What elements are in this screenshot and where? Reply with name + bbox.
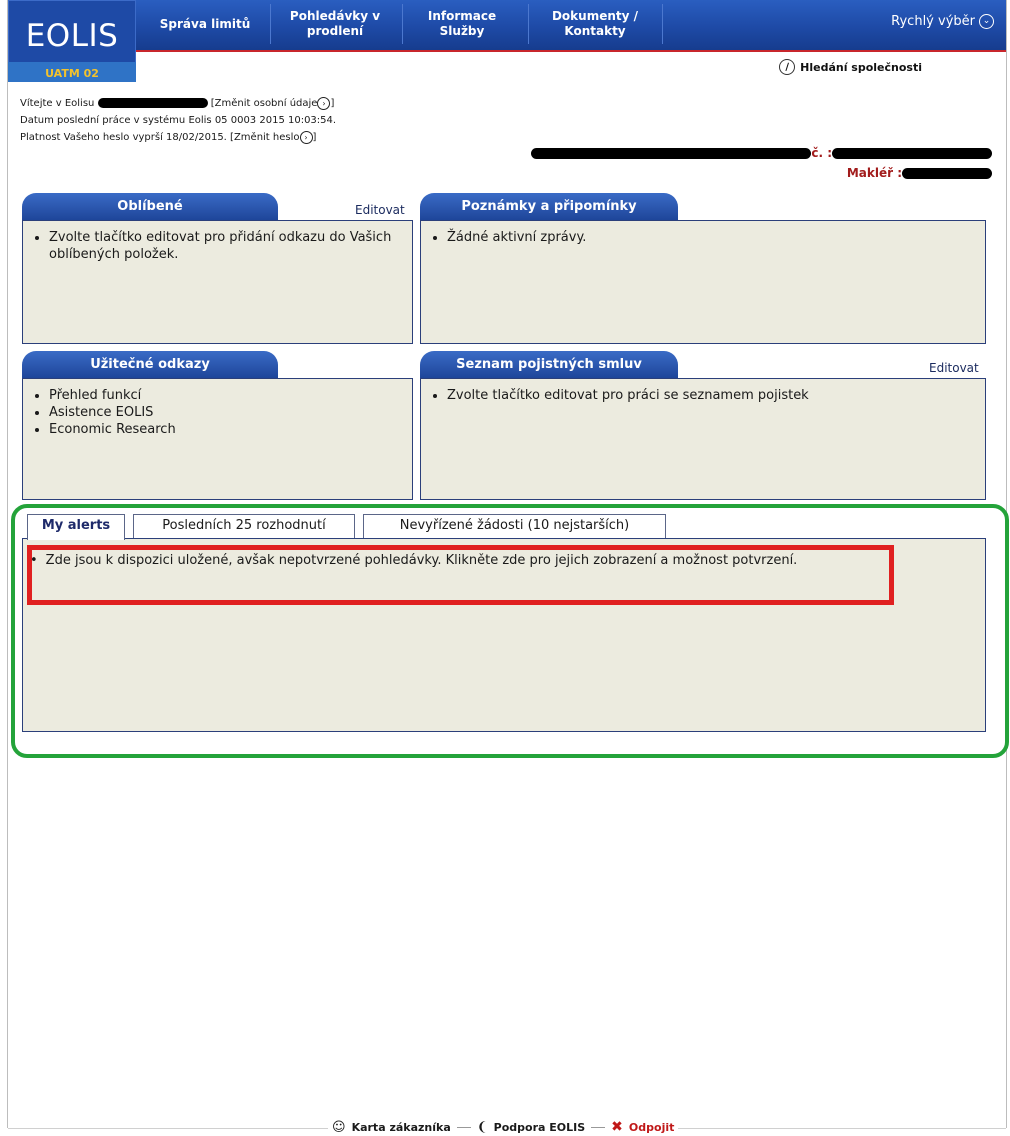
panel-links: Přehled funkcí Asistence EOLIS Economic …: [22, 378, 413, 500]
quick-select-label: Rychlý výběr: [891, 14, 975, 29]
welcome-text: Vítejte v Eolisu: [20, 98, 95, 109]
company-search-link[interactable]: ∕ Hledání společnosti: [779, 59, 922, 75]
arrow-right-icon: ›: [299, 130, 313, 144]
search-icon: ∕: [779, 59, 796, 75]
change-personal-data-label: [Změnit osobní údaje: [210, 98, 318, 109]
customer-card-link[interactable]: Karta zákazníka: [352, 1121, 451, 1134]
nav-separator: [270, 4, 271, 44]
top-navigation-bar: Správa limitů Pohledávky v prodlení Info…: [8, 0, 1006, 52]
panel-notes-title: Poznámky a připomínky: [420, 193, 678, 221]
list-item: Zvolte tlačítko editovat pro práci se se…: [447, 387, 975, 404]
redacted-username: [97, 98, 208, 108]
link-economic-research[interactable]: Economic Research: [49, 421, 402, 438]
panel-policies-title: Seznam pojistných smluv: [420, 351, 678, 379]
environment-label: UATM 02: [45, 67, 99, 80]
list-item: Zvolte tlačítko editovat pro přidání odk…: [49, 229, 402, 263]
last-login-text: Datum poslední práce v systému Eolis 05 …: [20, 115, 337, 126]
nav-documents-contacts[interactable]: Dokumenty / Kontakty: [536, 4, 654, 44]
nav-separator: [402, 4, 403, 44]
user-card-icon: ☺: [332, 1119, 346, 1135]
password-expiry-text: Platnost Vašeho heslo vyprší 18/02/2015.…: [20, 132, 300, 143]
client-info: č. : Makléř :: [531, 143, 992, 183]
chevron-down-icon: ⌄: [979, 14, 994, 29]
tab-last-25-decisions[interactable]: Posledních 25 rozhodnutí: [133, 514, 355, 538]
tab-pending-requests[interactable]: Nevyřízené žádosti (10 nejstarších): [363, 514, 666, 538]
nav-overdue-receivables[interactable]: Pohledávky v prodlení: [280, 4, 390, 44]
redacted-client-number: [832, 148, 992, 159]
link-eolis-assistance[interactable]: Asistence EOLIS: [49, 404, 402, 421]
panel-links-title: Užitečné odkazy: [22, 351, 278, 379]
nav-limits-management[interactable]: Správa limitů: [150, 4, 260, 44]
panel-notes: Žádné aktivní zprávy.: [420, 220, 986, 344]
eolis-logo[interactable]: EOLIS UATM 02: [8, 0, 136, 82]
quick-select-menu[interactable]: Rychlý výběr ⌄: [891, 14, 994, 29]
close-icon: ✖: [611, 1119, 623, 1135]
broker-label: Makléř :: [846, 166, 902, 180]
favorites-edit-link[interactable]: Editovat: [355, 203, 405, 217]
redacted-broker-name: [902, 168, 992, 179]
logo-text: EOLIS: [25, 18, 119, 54]
nav-separator: [662, 4, 663, 44]
divider: [456, 1126, 471, 1128]
link-feature-overview[interactable]: Přehled funkcí: [49, 387, 402, 404]
highlight-red-frame: [27, 545, 894, 605]
policies-edit-link[interactable]: Editovat: [929, 361, 979, 375]
welcome-block: Vítejte v Eolisu [Změnit osobní údaje ›] …: [20, 95, 336, 146]
client-number-label: č. :: [811, 146, 832, 160]
nav-information-services[interactable]: Informace Služby: [412, 4, 512, 44]
panel-favorites: Zvolte tlačítko editovat pro přidání odk…: [22, 220, 413, 344]
footer-links: ☺ Karta zákazníka ❨ Podpora EOLIS ✖ Odpo…: [328, 1118, 679, 1136]
list-item: Žádné aktivní zprávy.: [447, 229, 975, 246]
ear-icon: ❨: [476, 1119, 488, 1135]
panel-policies: Zvolte tlačítko editovat pro práci se se…: [420, 378, 986, 500]
nav-separator: [528, 4, 529, 44]
panel-favorites-title: Oblíbené: [22, 193, 278, 221]
redacted-client-name: [531, 148, 812, 159]
password-change-link[interactable]: Platnost Vašeho heslo vyprší 18/02/2015.…: [20, 130, 316, 144]
support-link[interactable]: Podpora EOLIS: [494, 1121, 586, 1134]
company-search-label: Hledání společnosti: [800, 60, 922, 74]
tab-my-alerts[interactable]: My alerts: [27, 514, 125, 540]
divider: [591, 1126, 606, 1128]
logout-link[interactable]: Odpojit: [629, 1121, 674, 1134]
change-personal-data-link[interactable]: [Změnit osobní údaje ›]: [210, 96, 334, 110]
logo-subbar: UATM 02: [8, 62, 136, 82]
arrow-right-icon: ›: [317, 96, 331, 110]
